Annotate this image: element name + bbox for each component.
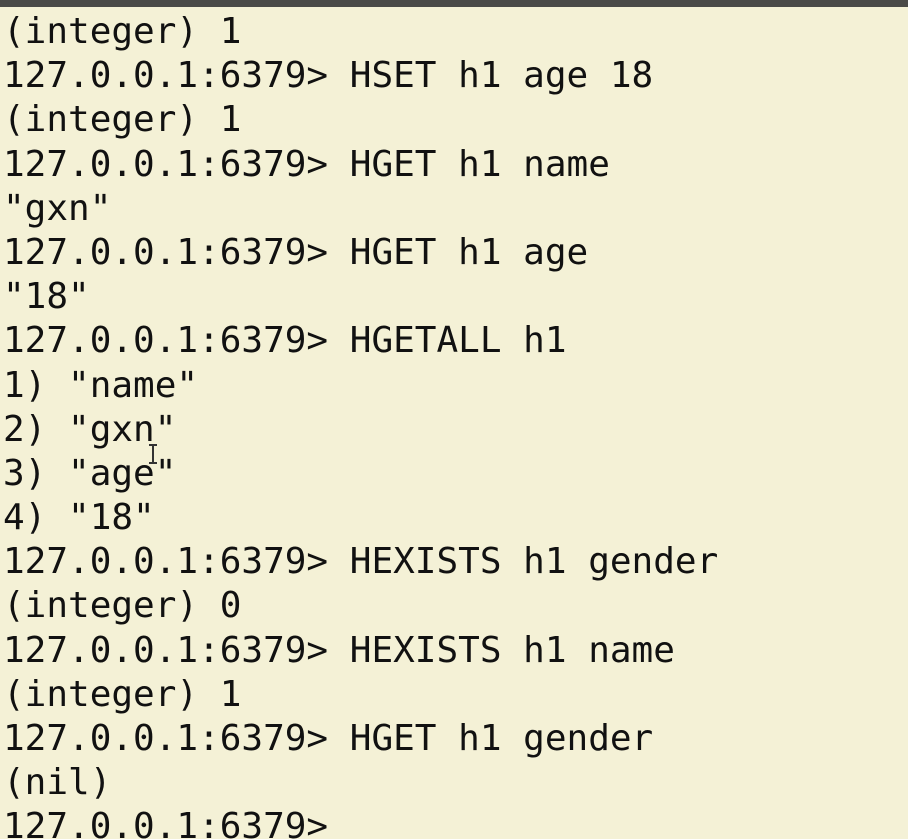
- output-line: 3) "age": [3, 452, 177, 494]
- output-line: 1) "name": [3, 364, 199, 406]
- command-line: 127.0.0.1:6379> HGETALL h1: [3, 320, 567, 362]
- command-line: 127.0.0.1:6379> HSET h1 age 18: [3, 55, 654, 97]
- terminal-output[interactable]: (integer) 1 127.0.0.1:6379> HSET h1 age …: [3, 10, 718, 839]
- command-line: 127.0.0.1:6379> HEXISTS h1 name: [3, 629, 675, 671]
- output-line: "18": [3, 276, 90, 318]
- output-line: (integer) 1: [3, 11, 242, 52]
- prompt-line[interactable]: 127.0.0.1:6379>: [3, 805, 718, 839]
- output-line: (integer) 1: [3, 99, 242, 141]
- window-top-bar: [0, 0, 908, 7]
- command-line: 127.0.0.1:6379> HEXISTS h1 gender: [3, 541, 719, 583]
- output-line: 4) "18": [3, 497, 155, 539]
- i-beam-cursor-icon: [149, 444, 158, 464]
- output-line: (integer) 1: [3, 673, 242, 715]
- output-line: "gxn": [3, 187, 112, 229]
- command-line: 127.0.0.1:6379> HGET h1 gender: [3, 718, 654, 759]
- output-line: 2) "gxn": [3, 408, 177, 450]
- command-line: 127.0.0.1:6379> HGET h1 age: [3, 231, 589, 273]
- terminal-window[interactable]: (integer) 1 127.0.0.1:6379> HSET h1 age …: [0, 0, 908, 839]
- output-line: (integer) 0: [3, 585, 242, 627]
- command-line: 127.0.0.1:6379> HGET h1 name: [3, 143, 610, 185]
- output-line: (nil): [3, 762, 112, 804]
